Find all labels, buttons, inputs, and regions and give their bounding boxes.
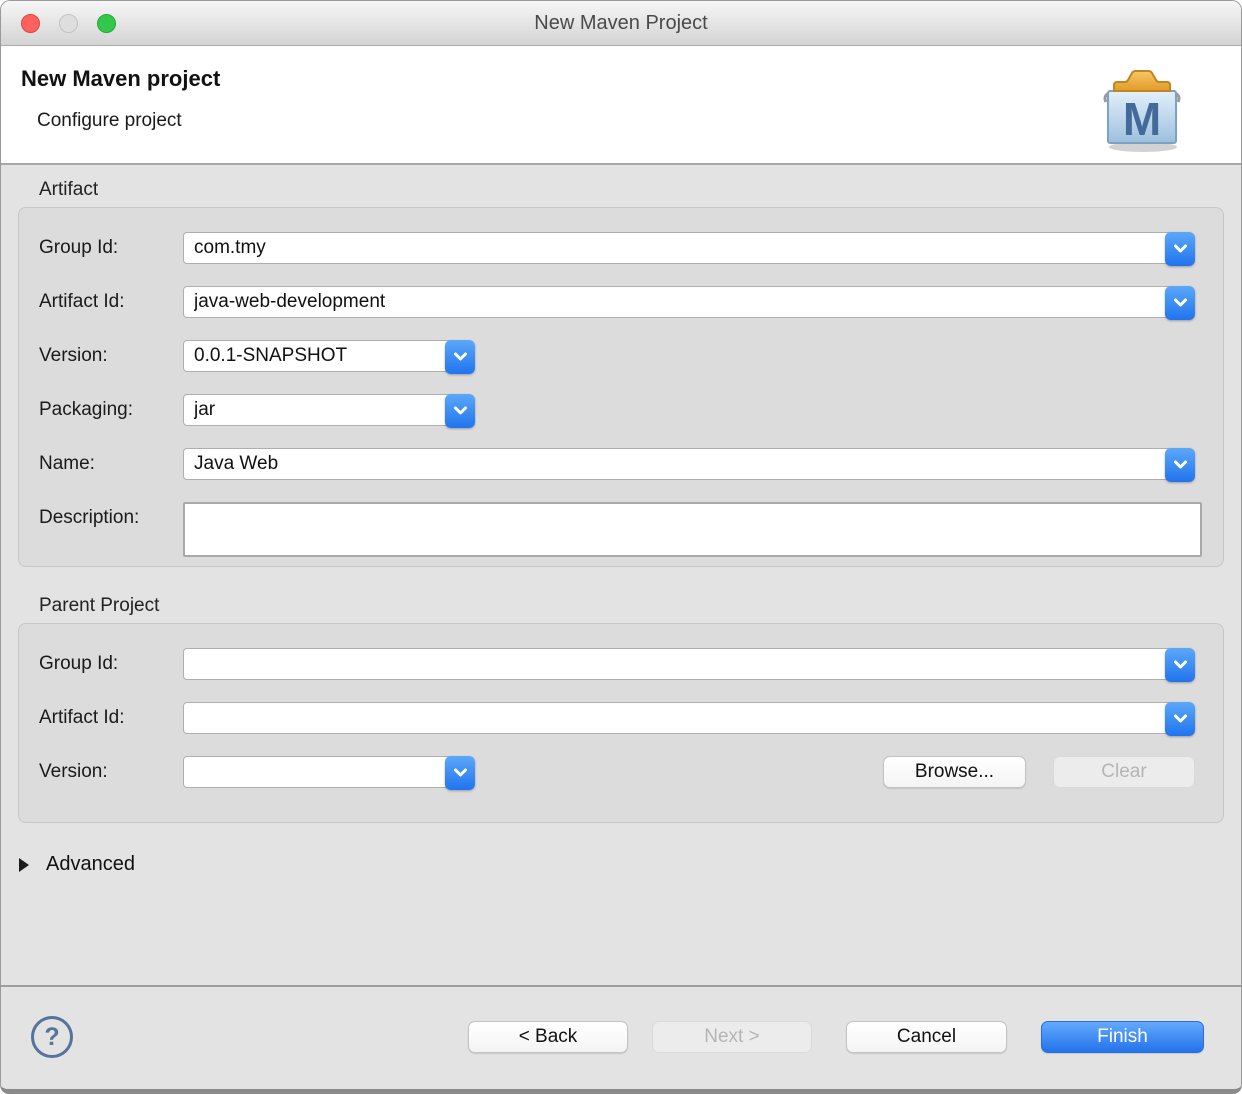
artifact-group-id-input[interactable] bbox=[184, 233, 1194, 263]
artifact-description-input[interactable] bbox=[183, 502, 1202, 557]
button-bar: ? < Back Next > Cancel Finish bbox=[1, 985, 1241, 1089]
title-bar: New Maven Project bbox=[1, 1, 1241, 46]
parent-project-section-legend: Parent Project bbox=[39, 595, 160, 616]
advanced-label: Advanced bbox=[46, 853, 135, 875]
artifact-artifact-id-combo bbox=[183, 286, 1195, 320]
parent-version-dropdown-button[interactable] bbox=[445, 756, 475, 790]
parent-group-id-row: Group Id: bbox=[39, 648, 1195, 682]
window-title: New Maven Project bbox=[534, 12, 708, 34]
artifact-description-row: Description: bbox=[39, 502, 1202, 557]
next-button[interactable]: Next > bbox=[652, 1021, 812, 1053]
chevron-down-icon bbox=[1173, 660, 1187, 669]
parent-artifact-id-label: Artifact Id: bbox=[39, 707, 125, 728]
artifact-group-id-combo bbox=[183, 232, 1195, 266]
page-title: New Maven project bbox=[21, 66, 221, 91]
maven-logo-letter: M bbox=[1123, 93, 1161, 145]
artifact-version-combo bbox=[183, 340, 479, 374]
artifact-group-id-row: Group Id: bbox=[39, 232, 1195, 266]
parent-artifact-id-input[interactable] bbox=[184, 703, 1194, 733]
artifact-packaging-dropdown-button[interactable] bbox=[445, 394, 475, 428]
parent-group-id-label: Group Id: bbox=[39, 653, 119, 674]
chevron-down-icon bbox=[1173, 714, 1187, 723]
artifact-artifact-id-row: Artifact Id: bbox=[39, 286, 1195, 320]
cancel-button[interactable]: Cancel bbox=[846, 1021, 1007, 1053]
parent-version-input[interactable] bbox=[184, 757, 479, 787]
browse-button[interactable]: Browse... bbox=[883, 756, 1026, 788]
artifact-section-legend: Artifact bbox=[39, 179, 99, 200]
chevron-down-icon bbox=[453, 352, 467, 361]
chevron-down-icon bbox=[453, 406, 467, 415]
artifact-version-dropdown-button[interactable] bbox=[445, 340, 475, 374]
artifact-artifact-id-dropdown-button[interactable] bbox=[1165, 286, 1195, 320]
wizard-content: Artifact Group Id: Artifact Id: bbox=[1, 165, 1241, 985]
parent-version-row: Version: Browse... Clear bbox=[39, 756, 1195, 790]
back-button[interactable]: < Back bbox=[468, 1021, 628, 1053]
question-mark-icon: ? bbox=[44, 1022, 60, 1051]
clear-button[interactable]: Clear bbox=[1053, 756, 1195, 788]
wizard-header: New Maven project Configure project M bbox=[1, 46, 1241, 165]
artifact-packaging-input[interactable] bbox=[184, 395, 479, 425]
chevron-down-icon bbox=[1173, 460, 1187, 469]
parent-group-id-dropdown-button[interactable] bbox=[1165, 648, 1195, 682]
parent-group-id-input[interactable] bbox=[184, 649, 1194, 679]
parent-artifact-id-dropdown-button[interactable] bbox=[1165, 702, 1195, 736]
artifact-description-label: Description: bbox=[39, 507, 140, 528]
artifact-name-dropdown-button[interactable] bbox=[1165, 448, 1195, 482]
help-button[interactable]: ? bbox=[31, 1016, 73, 1058]
maven-logo-icon: M bbox=[1091, 60, 1191, 159]
parent-version-combo bbox=[183, 756, 479, 790]
advanced-disclosure[interactable]: Advanced bbox=[19, 853, 1241, 876]
artifact-group-id-dropdown-button[interactable] bbox=[1165, 232, 1195, 266]
new-maven-project-dialog: New Maven Project New Maven project Conf… bbox=[0, 0, 1242, 1094]
page-subtitle: Configure project bbox=[37, 110, 182, 131]
artifact-name-combo bbox=[183, 448, 1195, 482]
artifact-version-row: Version: bbox=[39, 340, 1195, 374]
parent-project-group-box: Group Id: Artifact Id: Version: Browse..… bbox=[18, 623, 1224, 823]
triangle-right-icon bbox=[19, 857, 29, 872]
parent-version-label: Version: bbox=[39, 761, 108, 782]
artifact-version-label: Version: bbox=[39, 345, 108, 366]
artifact-name-input[interactable] bbox=[184, 449, 1194, 479]
artifact-name-label: Name: bbox=[39, 453, 95, 474]
parent-group-id-combo bbox=[183, 648, 1195, 682]
artifact-packaging-row: Packaging: bbox=[39, 394, 1195, 428]
artifact-group-id-label: Group Id: bbox=[39, 237, 119, 258]
chevron-down-icon bbox=[453, 768, 467, 777]
artifact-artifact-id-input[interactable] bbox=[184, 287, 1194, 317]
artifact-group-box: Group Id: Artifact Id: bbox=[18, 207, 1224, 567]
artifact-packaging-combo bbox=[183, 394, 479, 428]
artifact-version-input[interactable] bbox=[184, 341, 479, 371]
parent-artifact-id-combo bbox=[183, 702, 1195, 736]
chevron-down-icon bbox=[1173, 298, 1187, 307]
wizard-buttons: < Back Next > Cancel Finish bbox=[468, 1021, 1204, 1053]
artifact-name-row: Name: bbox=[39, 448, 1195, 482]
parent-artifact-id-row: Artifact Id: bbox=[39, 702, 1195, 736]
finish-button[interactable]: Finish bbox=[1041, 1021, 1204, 1053]
chevron-down-icon bbox=[1173, 244, 1187, 253]
artifact-artifact-id-label: Artifact Id: bbox=[39, 291, 125, 312]
artifact-packaging-label: Packaging: bbox=[39, 399, 134, 420]
